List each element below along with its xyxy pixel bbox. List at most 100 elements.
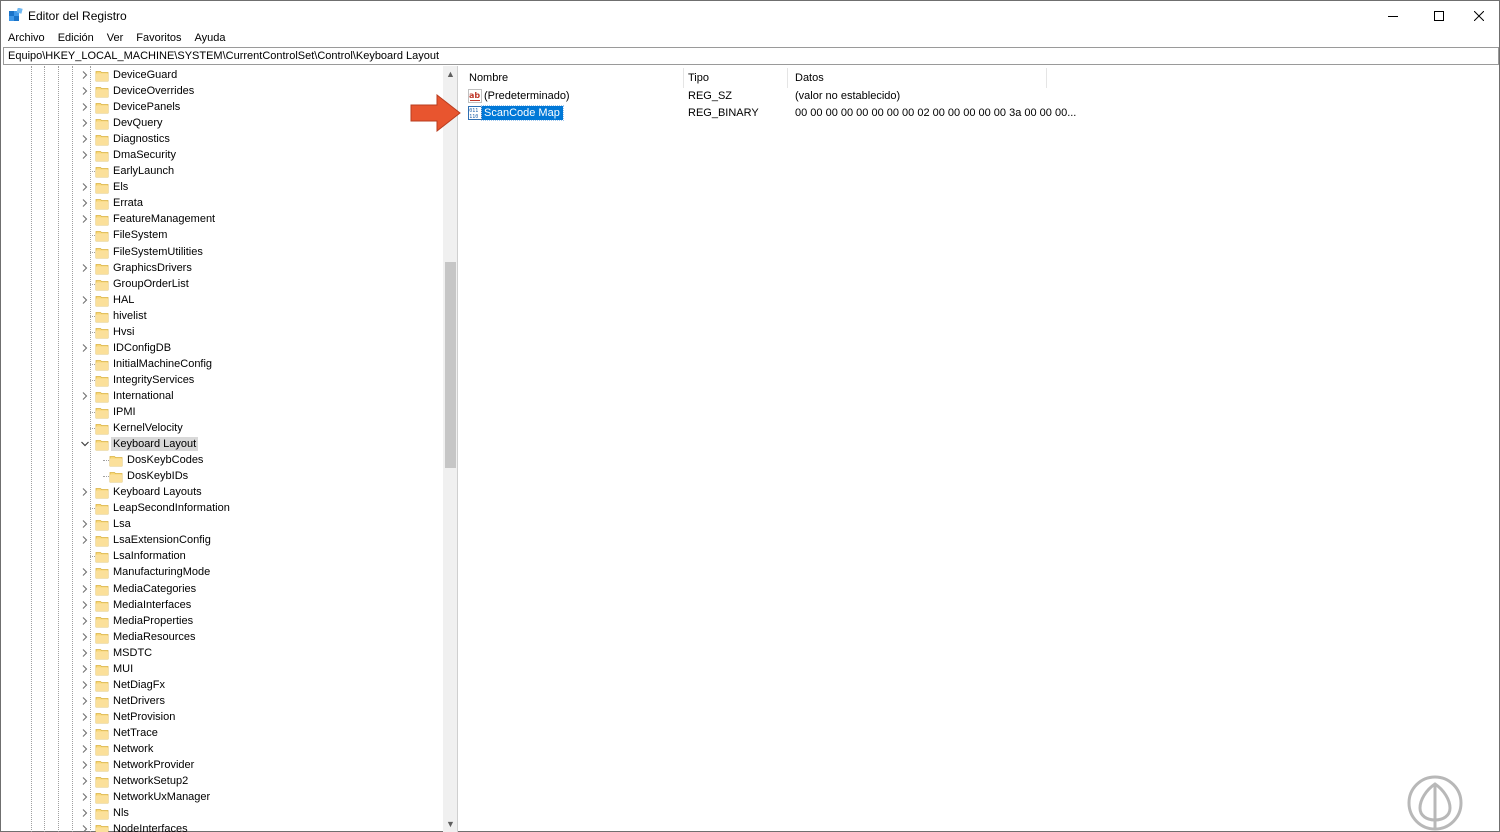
tree-item[interactable]: MediaInterfaces <box>3 597 443 613</box>
tree-item[interactable]: DeviceGuard <box>3 67 443 83</box>
menu-edicion[interactable]: Edición <box>51 31 100 46</box>
chevron-right-icon[interactable] <box>80 70 90 80</box>
tree-item[interactable]: LeapSecondInformation <box>3 500 443 516</box>
chevron-right-icon[interactable] <box>80 343 90 353</box>
menu-archivo[interactable]: Archivo <box>1 31 51 46</box>
tree-item[interactable]: International <box>3 388 443 404</box>
tree-item[interactable]: MediaProperties <box>3 613 443 629</box>
chevron-down-icon[interactable] <box>80 439 90 449</box>
scroll-up-icon[interactable]: ▲ <box>443 66 457 82</box>
chevron-right-icon[interactable] <box>80 632 90 642</box>
chevron-right-icon[interactable] <box>80 712 90 722</box>
tree-item[interactable]: GroupOrderList <box>3 276 443 292</box>
chevron-right-icon[interactable] <box>80 535 90 545</box>
chevron-right-icon[interactable] <box>80 808 90 818</box>
tree-item[interactable]: FeatureManagement <box>3 211 443 227</box>
tree-item[interactable]: Keyboard Layout <box>3 436 443 452</box>
chevron-right-icon[interactable] <box>80 728 90 738</box>
minimize-button[interactable] <box>1370 1 1416 31</box>
tree-item[interactable]: ManufacturingMode <box>3 564 443 580</box>
value-row-selected[interactable]: 011 110 ScanCode Map REG_BINARY 00 00 00… <box>462 105 1499 122</box>
chevron-right-icon[interactable] <box>80 295 90 305</box>
column-header-data[interactable]: Datos <box>788 68 1047 88</box>
tree-item[interactable]: Keyboard Layouts <box>3 484 443 500</box>
scroll-down-icon[interactable]: ▼ <box>443 816 457 832</box>
tree-item[interactable]: MediaResources <box>3 629 443 645</box>
tree-item[interactable]: IDConfigDB <box>3 340 443 356</box>
tree-scrollbar[interactable]: ▲ ▼ <box>443 66 457 832</box>
column-header-type[interactable]: Tipo <box>681 68 788 88</box>
chevron-right-icon[interactable] <box>80 86 90 96</box>
tree-item[interactable]: NetworkUxManager <box>3 789 443 805</box>
tree-item[interactable]: DmaSecurity <box>3 147 443 163</box>
close-button[interactable] <box>1456 1 1500 31</box>
chevron-right-icon[interactable] <box>80 118 90 128</box>
chevron-right-icon[interactable] <box>80 134 90 144</box>
chevron-right-icon[interactable] <box>80 263 90 273</box>
menu-favoritos[interactable]: Favoritos <box>129 31 187 46</box>
tree-item[interactable]: NetDrivers <box>3 693 443 709</box>
chevron-right-icon[interactable] <box>80 519 90 529</box>
chevron-right-icon[interactable] <box>80 198 90 208</box>
chevron-right-icon[interactable] <box>80 150 90 160</box>
tree-item[interactable]: MSDTC <box>3 645 443 661</box>
chevron-right-icon[interactable] <box>80 600 90 610</box>
tree-item[interactable]: DosKeybCodes <box>3 452 443 468</box>
tree-item[interactable]: NetDiagFx <box>3 677 443 693</box>
tree-item[interactable]: NetProvision <box>3 709 443 725</box>
chevron-right-icon[interactable] <box>80 648 90 658</box>
chevron-right-icon[interactable] <box>80 760 90 770</box>
chevron-right-icon[interactable] <box>80 776 90 786</box>
chevron-right-icon[interactable] <box>80 391 90 401</box>
tree-item[interactable]: Errata <box>3 195 443 211</box>
tree-item[interactable]: KernelVelocity <box>3 420 443 436</box>
chevron-right-icon[interactable] <box>80 824 90 832</box>
chevron-right-icon[interactable] <box>80 214 90 224</box>
menu-ayuda[interactable]: Ayuda <box>188 31 232 46</box>
tree-item[interactable]: DevQuery <box>3 115 443 131</box>
chevron-right-icon[interactable] <box>80 584 90 594</box>
tree-item[interactable]: hivelist <box>3 308 443 324</box>
tree-item[interactable]: MediaCategories <box>3 581 443 597</box>
tree-item[interactable]: IntegrityServices <box>3 372 443 388</box>
tree-item[interactable]: NodeInterfaces <box>3 821 443 832</box>
tree-item[interactable]: EarlyLaunch <box>3 163 443 179</box>
chevron-right-icon[interactable] <box>80 664 90 674</box>
tree-item[interactable]: FileSystem <box>3 227 443 243</box>
chevron-right-icon[interactable] <box>80 744 90 754</box>
tree-item[interactable]: NetworkSetup2 <box>3 773 443 789</box>
tree-item[interactable]: LsaExtensionConfig <box>3 532 443 548</box>
chevron-right-icon[interactable] <box>80 616 90 626</box>
column-header-name[interactable]: Nombre <box>462 68 684 88</box>
chevron-right-icon[interactable] <box>80 102 90 112</box>
tree-item[interactable]: HAL <box>3 292 443 308</box>
scroll-thumb[interactable] <box>445 262 456 468</box>
chevron-right-icon[interactable] <box>80 680 90 690</box>
tree-item[interactable]: Lsa <box>3 516 443 532</box>
tree-item[interactable]: InitialMachineConfig <box>3 356 443 372</box>
tree-item[interactable]: DeviceOverrides <box>3 83 443 99</box>
chevron-right-icon[interactable] <box>80 567 90 577</box>
tree-item[interactable]: Nls <box>3 805 443 821</box>
tree-item[interactable]: Hvsi <box>3 324 443 340</box>
tree-item[interactable]: LsaInformation <box>3 548 443 564</box>
menu-ver[interactable]: Ver <box>100 31 130 46</box>
chevron-right-icon[interactable] <box>80 792 90 802</box>
tree-item[interactable]: Els <box>3 179 443 195</box>
address-bar[interactable]: Equipo\HKEY_LOCAL_MACHINE\SYSTEM\Current… <box>3 47 1499 65</box>
tree-item[interactable]: Diagnostics <box>3 131 443 147</box>
address-path[interactable]: Equipo\HKEY_LOCAL_MACHINE\SYSTEM\Current… <box>8 50 439 62</box>
tree-item[interactable]: NetworkProvider <box>3 757 443 773</box>
tree-item[interactable]: DosKeybIDs <box>3 468 443 484</box>
tree-item[interactable]: Network <box>3 741 443 757</box>
chevron-right-icon[interactable] <box>80 182 90 192</box>
tree-item[interactable]: FileSystemUtilities <box>3 244 443 260</box>
tree-item[interactable]: NetTrace <box>3 725 443 741</box>
tree-item[interactable]: GraphicsDrivers <box>3 260 443 276</box>
chevron-right-icon[interactable] <box>80 487 90 497</box>
tree-item[interactable]: MUI <box>3 661 443 677</box>
tree-item[interactable]: IPMI <box>3 404 443 420</box>
chevron-right-icon[interactable] <box>80 696 90 706</box>
value-row[interactable]: ab (Predeterminado) REG_SZ (valor no est… <box>462 88 1499 105</box>
tree-item[interactable]: DevicePanels <box>3 99 443 115</box>
